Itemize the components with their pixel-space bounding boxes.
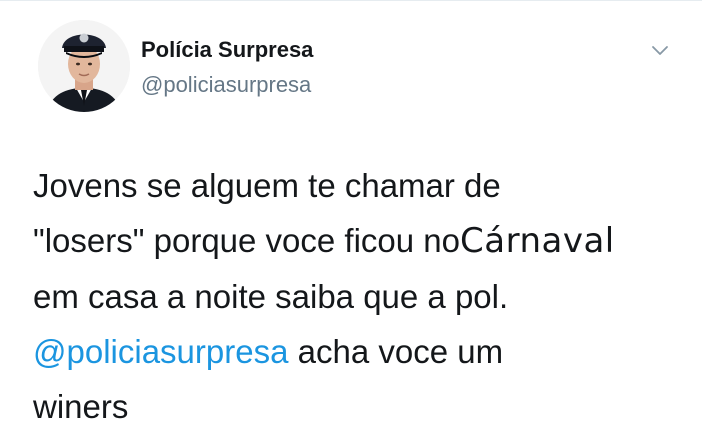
tweet-line: "losers" porque voce ficou noCárnaval xyxy=(33,213,693,269)
tweet-line: @policiasurpresa acha voce um xyxy=(33,324,693,379)
edited-word: Cárnaval xyxy=(460,221,615,261)
tweet-line: Jovens se alguem te chamar de xyxy=(33,167,501,204)
tweet-card: Polícia Surpresa @policiasurpresa Jovens… xyxy=(0,0,702,436)
tweet-line-segment: acha voce um xyxy=(288,333,504,370)
author-handle[interactable]: @policiasurpresa xyxy=(141,72,311,98)
avatar[interactable] xyxy=(38,20,130,112)
avatar-image xyxy=(38,20,130,112)
author-display-name[interactable]: Polícia Surpresa xyxy=(141,37,313,63)
chevron-down-icon[interactable] xyxy=(650,40,670,60)
tweet-line-segment: "losers" porque voce ficou no xyxy=(33,222,461,259)
mention-link[interactable]: @policiasurpresa xyxy=(33,333,288,370)
tweet-text: Jovens se alguem te chamar de "losers" p… xyxy=(33,158,693,434)
tweet-line: winers xyxy=(33,388,129,425)
divider xyxy=(0,0,702,1)
tweet-line: em casa a noite saiba que a pol. xyxy=(33,278,509,315)
